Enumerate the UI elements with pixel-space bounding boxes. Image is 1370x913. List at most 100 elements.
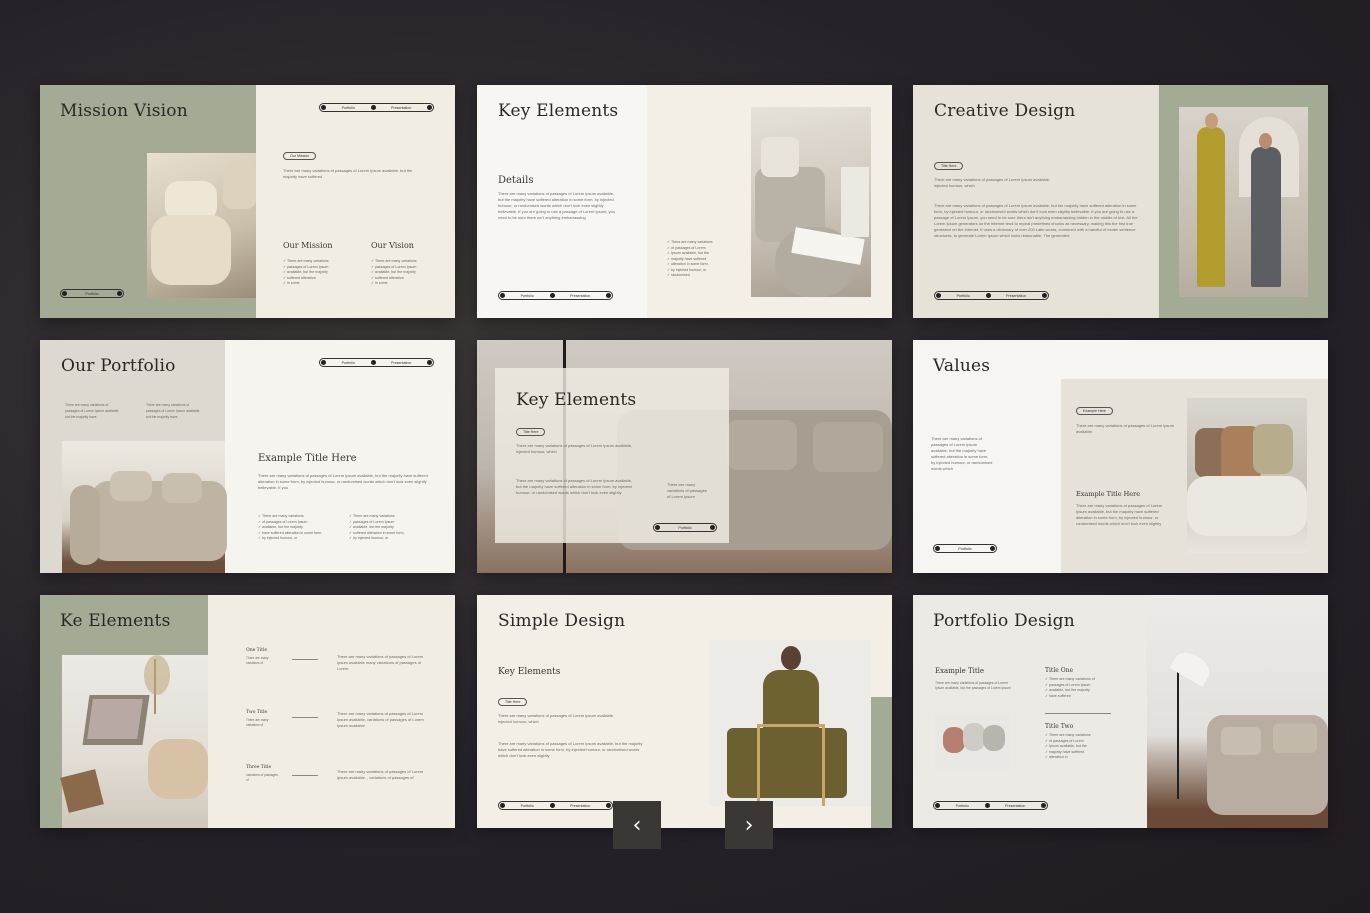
vision-list: There are many variations passages of Lo… <box>371 259 417 287</box>
footer-pill[interactable]: Portfolio <box>933 544 997 553</box>
nav-pill[interactable]: Portfolio Presentation <box>498 291 613 300</box>
nav-portfolio-link[interactable]: Portfolio <box>338 106 359 110</box>
lamp-sofa-image <box>1147 595 1328 828</box>
side-text: There are many variations of passages of… <box>667 482 707 499</box>
item-title: Three Title <box>246 765 272 770</box>
dot-icon <box>549 803 555 808</box>
slide-title: Portfolio Design <box>933 611 1075 631</box>
item-body: There are many variations of passages of… <box>337 654 424 671</box>
body-text: There are many variations of passages of… <box>934 203 1138 238</box>
dot-icon <box>117 291 122 296</box>
badge: Title Here <box>934 162 964 170</box>
nav-portfolio-link[interactable]: Portfolio <box>517 294 538 298</box>
models-image <box>1179 107 1308 297</box>
item-sub: There are many variations of <box>246 718 269 727</box>
list-item: There are many variations <box>667 240 713 246</box>
slide-ke-elements[interactable]: Ke Elements One Title There are many var… <box>40 595 455 828</box>
body-text: There are many variations of passages of… <box>516 478 633 495</box>
left-text: There are many variations of passages of… <box>931 436 993 471</box>
footer-label[interactable]: Portfolio <box>674 526 695 530</box>
chairs-image <box>935 713 1011 769</box>
slide-portfolio-design[interactable]: Portfolio Design Example Title There are… <box>913 595 1328 828</box>
intro-text: There are many variations of passages of… <box>283 168 413 179</box>
body-text: There are many variations of passages of… <box>1076 503 1163 526</box>
dot-icon <box>935 546 940 551</box>
list-item: There are many variations <box>371 259 417 265</box>
slide-values[interactable]: Values There are many variations of pass… <box>913 340 1328 573</box>
footer-pill[interactable]: Portfolio <box>60 289 124 298</box>
title-one: Title One <box>1045 667 1074 674</box>
divider <box>292 775 318 776</box>
nav-pill[interactable]: Portfolio Presentation <box>319 103 434 112</box>
list-item: available, but the majority <box>1045 688 1095 694</box>
dot-icon <box>427 360 432 365</box>
slide-title: Key Elements <box>498 101 619 121</box>
footer-pill[interactable]: Portfolio <box>653 523 717 532</box>
nav-pill[interactable]: Portfolio Presentation <box>319 358 434 367</box>
nav-presentation-link[interactable]: Presentation <box>387 361 415 365</box>
divider <box>292 659 318 660</box>
dot-icon <box>985 293 991 298</box>
nav-portfolio-link[interactable]: Portfolio <box>952 804 973 808</box>
body-text: There are many variations of passages of… <box>258 473 428 490</box>
nav-presentation-link[interactable]: Presentation <box>566 294 594 298</box>
footer-label[interactable]: Portfolio <box>81 292 102 296</box>
numbered-list: There are many variations of passages of… <box>667 240 713 279</box>
col2-title: Our Vision <box>371 241 414 250</box>
dot-icon <box>655 525 660 530</box>
mission-list: There are many variations passages of Lo… <box>283 259 329 287</box>
nav-presentation-link[interactable]: Presentation <box>1002 294 1030 298</box>
intro-text: There are many variations of passages of… <box>498 713 615 724</box>
slide-key-elements-overlay[interactable]: Key Elements Title Here There are many v… <box>477 340 892 573</box>
nav-presentation-link[interactable]: Presentation <box>387 106 415 110</box>
dot-icon <box>549 293 555 298</box>
body-text: There are many variations of passages of… <box>498 191 615 220</box>
dot-icon <box>606 803 611 808</box>
badge: Title Here <box>498 698 528 706</box>
col1-title: Our Mission <box>283 241 333 250</box>
item-body: There are many variations of passages of… <box>337 769 424 780</box>
dot-icon <box>427 105 432 110</box>
nav-presentation-link[interactable]: Presentation <box>1001 804 1029 808</box>
list-item: There are many variations <box>1045 733 1091 739</box>
prev-button[interactable]: ‹ <box>613 801 661 849</box>
slide-subtitle: Example Title Here <box>1076 490 1141 498</box>
divider <box>292 717 318 718</box>
model-chair-image <box>709 640 871 806</box>
intro-text: There are many variations of passages of… <box>516 443 633 454</box>
nav-portfolio-link[interactable]: Portfolio <box>338 361 359 365</box>
footer-label[interactable]: Portfolio <box>954 547 975 551</box>
slide-creative-design[interactable]: Creative Design Title Here There are man… <box>913 85 1328 318</box>
dot-icon <box>370 360 376 365</box>
armchair-image <box>751 107 871 297</box>
slide-simple-design[interactable]: Simple Design Key Elements Title Here Th… <box>477 595 892 828</box>
slide-subtitle: Key Elements <box>498 667 561 677</box>
dot-icon <box>1041 803 1046 808</box>
list-item: available, but the majority <box>283 270 329 276</box>
nav-pill[interactable]: Portfolio Presentation <box>934 291 1049 300</box>
nav-pill[interactable]: Portfolio Presentation <box>498 801 613 810</box>
list-item: alteration in <box>1045 755 1091 761</box>
nav-portfolio-link[interactable]: Portfolio <box>517 804 538 808</box>
divider <box>1045 713 1111 714</box>
list-one: There are many variations of passages of… <box>1045 677 1095 699</box>
mini-text-2: There are many variations of passages of… <box>146 403 201 419</box>
slide-title: Ke Elements <box>60 611 171 631</box>
nav-pill[interactable]: Portfolio Presentation <box>933 801 1048 810</box>
nav-presentation-link[interactable]: Presentation <box>566 804 594 808</box>
slide-mission-vision[interactable]: Mission Vision Portfolio Presentation Ou… <box>40 85 455 318</box>
nav-portfolio-link[interactable]: Portfolio <box>953 294 974 298</box>
dot-icon <box>1042 293 1047 298</box>
chevron-right-icon: › <box>744 812 754 838</box>
list-item: by injected humour, or <box>349 536 405 542</box>
list-two: There are many variations of passages of… <box>1045 733 1091 761</box>
slide-our-portfolio[interactable]: Our Portfolio There are many variations … <box>40 340 455 573</box>
dot-icon <box>321 105 326 110</box>
list-item: in some <box>371 281 417 287</box>
list-item: randomised <box>667 273 713 279</box>
next-button[interactable]: › <box>725 801 773 849</box>
sage-strip <box>871 697 892 828</box>
badge: Example Here <box>1076 407 1113 415</box>
slide-key-elements-details[interactable]: Key Elements Details There are many vari… <box>477 85 892 318</box>
slide-title: Values <box>933 356 991 376</box>
